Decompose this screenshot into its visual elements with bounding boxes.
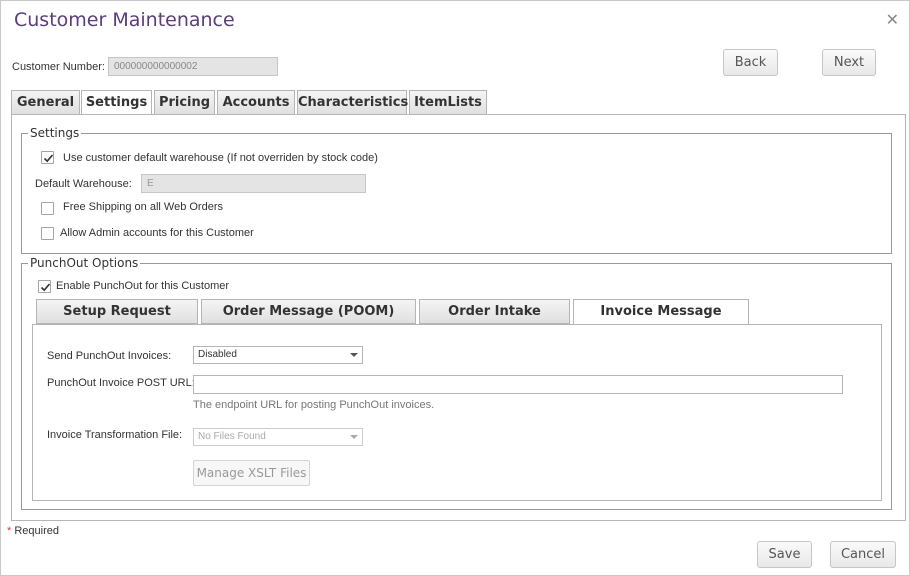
chevron-down-icon	[350, 353, 358, 357]
post-url-label: PunchOut Invoice POST URL:	[47, 377, 195, 389]
settings-legend: Settings	[28, 126, 82, 140]
default-warehouse-field: E	[141, 174, 366, 193]
tab-characteristics[interactable]: Characteristics	[297, 90, 408, 115]
tab-invoice-message-settings[interactable]: Invoice Message Settings	[573, 299, 749, 342]
tab-itemlists[interactable]: ItemLists	[409, 90, 487, 115]
tab-setup-request-settings[interactable]: Setup Request Settings	[36, 299, 198, 342]
use-default-warehouse-checkbox[interactable]	[41, 151, 54, 164]
transform-file-value: No Files Found	[198, 431, 266, 442]
allow-admin-label: Allow Admin accounts for this Customer	[60, 227, 254, 239]
default-warehouse-label: Default Warehouse:	[35, 178, 132, 190]
customer-number-field: 000000000000002	[108, 57, 278, 76]
tab-order-intake-settings[interactable]: Order Intake Settings	[419, 299, 570, 342]
invoice-message-panel: Send PunchOut Invoices: Disabled PunchOu…	[32, 324, 882, 501]
transform-file-label: Invoice Transformation File:	[47, 429, 183, 441]
dialog-title: Customer Maintenance	[14, 9, 235, 31]
enable-punchout-label: Enable PunchOut for this Customer	[56, 280, 230, 292]
settings-panel: Settings Use customer default warehouse …	[11, 114, 906, 521]
customer-maintenance-dialog: Customer Maintenance ✕ Customer Number: …	[0, 0, 910, 576]
tab-order-message-settings[interactable]: Order Message (POOM) Settings	[201, 299, 416, 342]
allow-admin-checkbox[interactable]	[41, 227, 54, 240]
punchout-fieldset: PunchOut Options Enable PunchOut for thi…	[21, 256, 892, 510]
use-default-warehouse-label: Use customer default warehouse (If not o…	[63, 152, 378, 164]
back-button[interactable]: Back	[723, 49, 778, 76]
post-url-input[interactable]	[193, 375, 843, 394]
free-shipping-label: Free Shipping on all Web Orders	[63, 201, 223, 213]
required-star: *	[7, 525, 12, 537]
tab-accounts[interactable]: Accounts	[217, 90, 295, 115]
close-icon[interactable]: ✕	[886, 13, 899, 29]
send-invoices-value: Disabled	[198, 349, 237, 360]
send-invoices-label: Send PunchOut Invoices:	[47, 350, 172, 362]
settings-fieldset: Settings Use customer default warehouse …	[21, 126, 892, 254]
checkmark-icon	[43, 154, 54, 163]
customer-number-label: Customer Number:	[12, 61, 105, 73]
tab-general[interactable]: General	[11, 90, 80, 115]
tab-settings[interactable]: Settings	[81, 90, 152, 116]
required-note: * Required	[7, 525, 59, 537]
free-shipping-checkbox[interactable]	[41, 202, 54, 215]
chevron-down-icon	[350, 435, 358, 439]
checkmark-icon	[40, 283, 51, 292]
required-label: Required	[14, 525, 59, 537]
transform-file-select: No Files Found	[193, 428, 363, 446]
post-url-hint: The endpoint URL for posting PunchOut in…	[193, 399, 435, 411]
manage-xslt-button: Manage XSLT Files	[193, 460, 310, 486]
enable-punchout-checkbox[interactable]	[38, 280, 51, 293]
tab-pricing[interactable]: Pricing	[154, 90, 215, 115]
cancel-button[interactable]: Cancel	[830, 541, 896, 568]
punchout-legend: PunchOut Options	[28, 256, 141, 270]
next-button[interactable]: Next	[822, 49, 876, 76]
send-invoices-select[interactable]: Disabled	[193, 346, 363, 364]
save-button[interactable]: Save	[757, 541, 812, 568]
